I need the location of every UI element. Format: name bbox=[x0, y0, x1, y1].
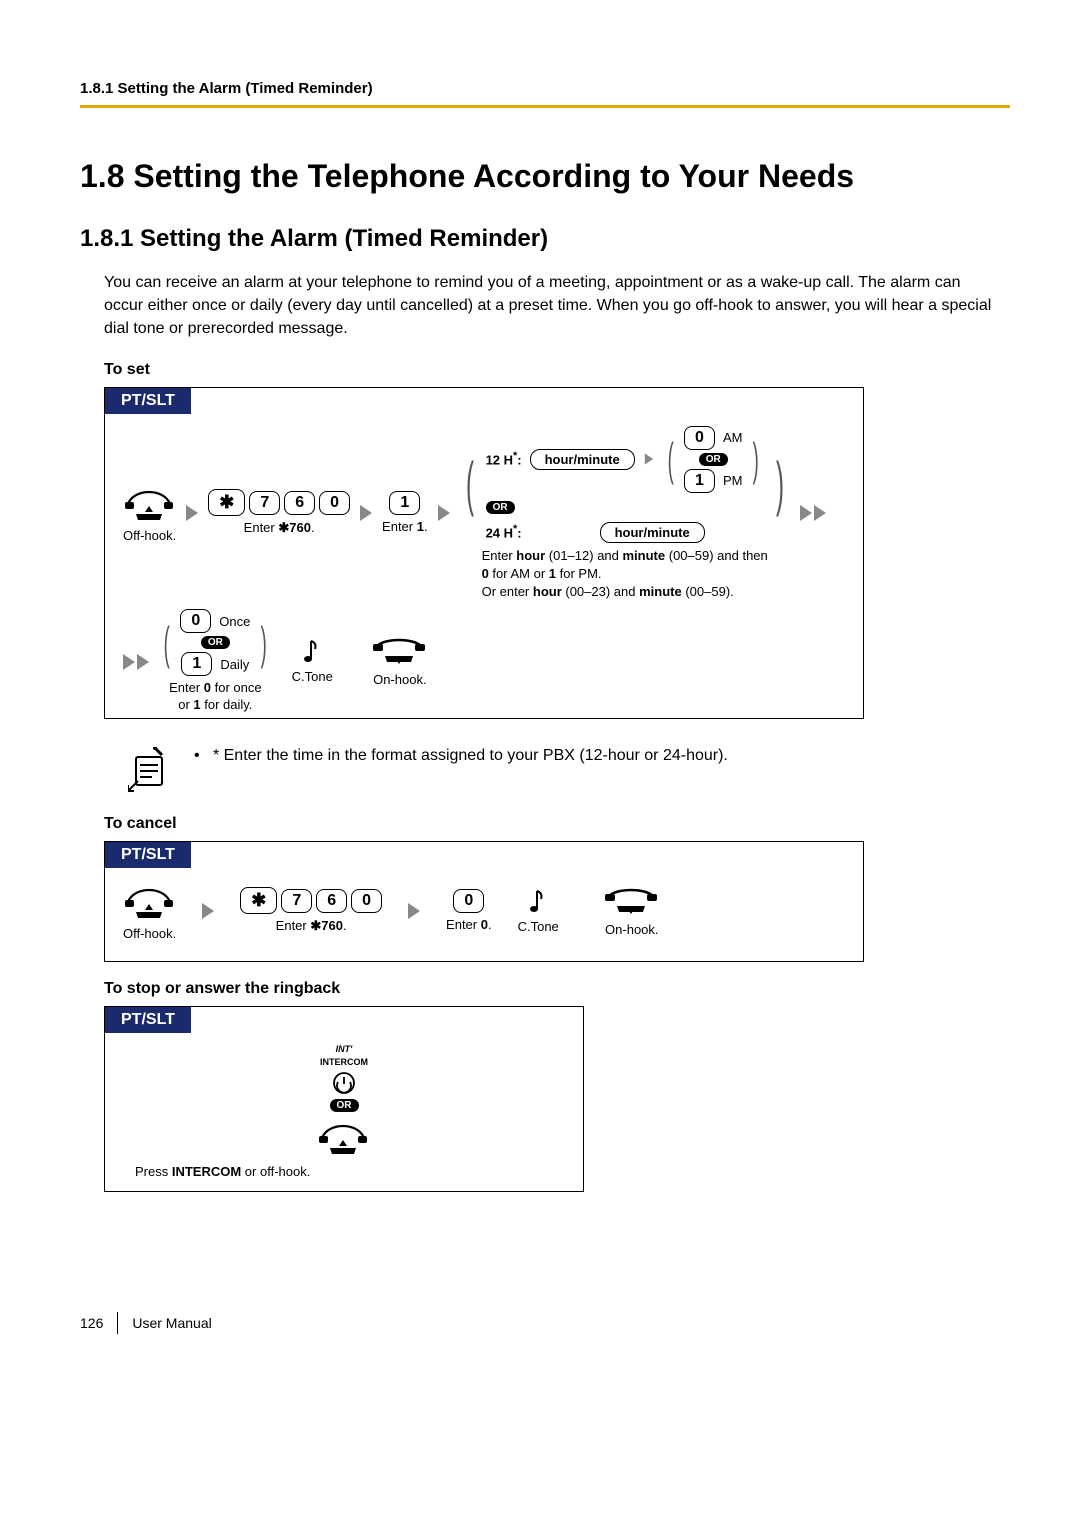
key-0: 0 bbox=[453, 889, 484, 913]
offhook-icon bbox=[318, 1116, 370, 1158]
subsection-heading: 1.8.1 Setting the Alarm (Timed Reminder) bbox=[80, 225, 1010, 253]
ctone-icon bbox=[301, 637, 323, 665]
hour-minute-field: hour/minute bbox=[530, 449, 635, 470]
key-star: ✱ bbox=[240, 887, 277, 914]
arrow-icon bbox=[645, 453, 653, 464]
to-cancel-title: To cancel bbox=[104, 815, 1010, 833]
pt-slt-tab: PT/SLT bbox=[105, 1007, 191, 1033]
onhook-icon bbox=[605, 884, 659, 918]
key-6: 6 bbox=[316, 889, 347, 913]
code-step: ✱ 7 6 0 Enter ✱760. bbox=[240, 887, 382, 935]
intercom-caption: Press INTERCOM or off-hook. bbox=[105, 1164, 583, 1191]
section-heading: 1.8 Setting the Telephone According to Y… bbox=[80, 158, 1010, 195]
ctone-step: C.Tone bbox=[292, 637, 333, 686]
offhook-step: Off-hook. bbox=[123, 482, 176, 545]
to-stop-box: PT/SLT INT' INTERCOM OR Press INTERCOM o… bbox=[104, 1006, 584, 1192]
key-0-am: 0 bbox=[684, 426, 715, 450]
or-pill: OR bbox=[699, 453, 728, 466]
footer-manual: User Manual bbox=[132, 1315, 211, 1331]
arrow-icon bbox=[360, 505, 372, 521]
key-1-pm: 1 bbox=[684, 469, 715, 493]
key-6: 6 bbox=[284, 491, 315, 515]
note-block: • * Enter the time in the format assigne… bbox=[128, 747, 1010, 797]
onhook-step: On-hook. bbox=[373, 634, 427, 689]
ctone-step: C.Tone bbox=[518, 887, 559, 936]
continue-arrow-icon bbox=[123, 654, 149, 670]
key-1: 1 bbox=[389, 491, 420, 515]
key-7: 7 bbox=[281, 889, 312, 913]
enter-0-step: 0 Enter 0. bbox=[446, 889, 492, 934]
onhook-step: On-hook. bbox=[605, 884, 659, 939]
or-pill: OR bbox=[330, 1099, 359, 1112]
ctone-icon bbox=[527, 887, 549, 915]
footer-divider bbox=[117, 1312, 118, 1334]
intercom-button-icon bbox=[332, 1071, 356, 1095]
page-header: 1.8.1 Setting the Alarm (Timed Reminder) bbox=[80, 80, 1010, 108]
key-star: ✱ bbox=[208, 489, 245, 516]
page-number: 126 bbox=[80, 1315, 103, 1331]
arrow-icon bbox=[186, 505, 198, 521]
or-pill: OR bbox=[486, 501, 515, 514]
hour-minute-field: hour/minute bbox=[600, 522, 705, 543]
intercom-offhook-step: INT' INTERCOM OR bbox=[318, 1045, 370, 1158]
enter-1-step: 1 Enter 1. bbox=[382, 491, 428, 536]
to-set-title: To set bbox=[104, 361, 1010, 379]
pt-slt-tab: PT/SLT bbox=[105, 388, 191, 414]
offhook-icon bbox=[124, 482, 176, 524]
key-0: 0 bbox=[351, 889, 382, 913]
offhook-step: Off-hook. bbox=[123, 880, 176, 943]
page-footer: 126 User Manual bbox=[80, 1312, 1010, 1334]
intro-paragraph: You can receive an alarm at your telepho… bbox=[104, 271, 1000, 341]
to-set-box: PT/SLT Off-hook. ✱ 7 6 0 Enter ✱760. 1 E… bbox=[104, 387, 864, 719]
pt-slt-tab: PT/SLT bbox=[105, 842, 191, 868]
time-explain: Enter hour (01–12) and minute (00–59) an… bbox=[482, 547, 768, 602]
note-icon bbox=[128, 747, 170, 797]
arrow-icon bbox=[408, 903, 420, 919]
once-daily-step: ( 0Once OR 1Daily ) Enter 0 for once or … bbox=[159, 609, 272, 714]
key-7: 7 bbox=[249, 491, 280, 515]
arrow-icon bbox=[438, 505, 450, 521]
code-step: ✱ 7 6 0 Enter ✱760. bbox=[208, 489, 350, 537]
to-stop-title: To stop or answer the ringback bbox=[104, 980, 1010, 998]
key-0: 0 bbox=[319, 491, 350, 515]
or-pill: OR bbox=[201, 636, 230, 649]
note-text: * Enter the time in the format assigned … bbox=[213, 747, 728, 764]
key-0-once: 0 bbox=[180, 609, 211, 633]
arrow-icon bbox=[202, 903, 214, 919]
offhook-icon bbox=[124, 880, 176, 922]
onhook-icon bbox=[373, 634, 427, 668]
to-cancel-box: PT/SLT Off-hook. ✱ 7 6 0 Enter ✱760. 0 E… bbox=[104, 841, 864, 962]
key-1-daily: 1 bbox=[181, 652, 212, 676]
continue-arrow-icon bbox=[800, 505, 826, 521]
time-format-step: ( 12 H*: hour/minute ( 0AM OR 1PM bbox=[460, 426, 790, 602]
